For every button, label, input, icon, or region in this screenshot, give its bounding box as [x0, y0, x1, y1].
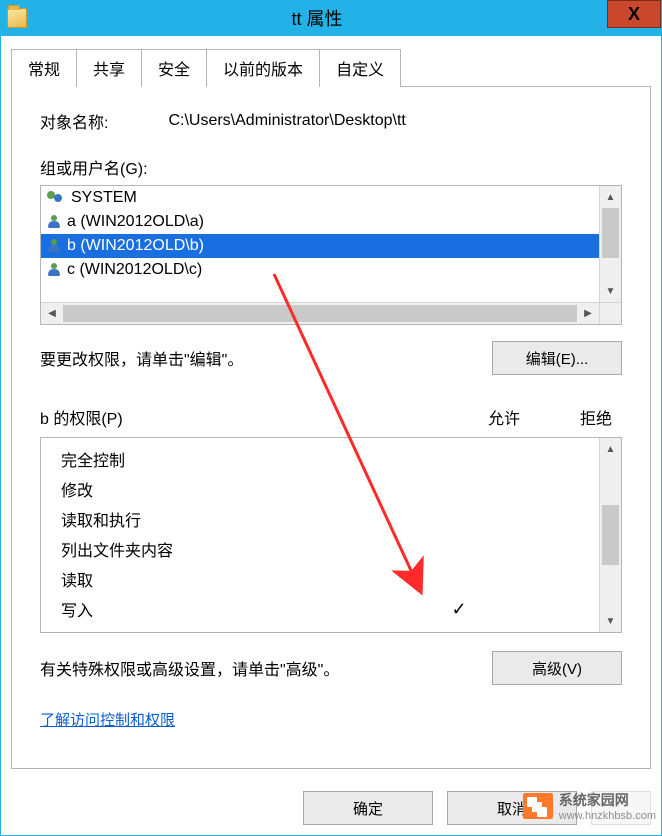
- permissions-title: b 的权限(P): [40, 405, 123, 429]
- perm-label: 列出文件夹内容: [61, 537, 419, 561]
- tab-security[interactable]: 安全: [141, 49, 207, 87]
- list-item-user-c[interactable]: c (WIN2012OLD\c): [41, 258, 599, 282]
- groups-vscrollbar[interactable]: ▲ ▼: [599, 186, 621, 302]
- list-item-user-b[interactable]: b (WIN2012OLD\b): [41, 234, 599, 258]
- user-icon: [47, 239, 61, 253]
- learn-link[interactable]: 了解访问控制和权限: [40, 709, 622, 730]
- perm-label: 读取: [61, 567, 419, 591]
- scroll-down-icon[interactable]: ▼: [600, 280, 621, 302]
- permissions-listbox: 完全控制 修改 读取和执行 列出文件夹内容: [40, 437, 622, 633]
- tabstrip: 常规 共享 安全 以前的版本 自定义: [11, 48, 651, 87]
- perm-row-write: 写入 ✓: [41, 594, 599, 624]
- allow-header: 允许: [488, 405, 520, 429]
- tab-previous-versions[interactable]: 以前的版本: [206, 49, 320, 87]
- scroll-thumb[interactable]: [602, 208, 619, 258]
- scroll-track[interactable]: [600, 258, 621, 280]
- scroll-left-icon[interactable]: ◀: [41, 303, 63, 324]
- object-name-row: 对象名称: C:\Users\Administrator\Desktop\tt: [40, 109, 622, 133]
- permissions-vscrollbar[interactable]: ▲ ▼: [599, 438, 621, 632]
- user-icon: [47, 263, 61, 277]
- perm-allow-check-icon: ✓: [419, 599, 499, 620]
- group-icon: [47, 191, 65, 205]
- perm-label: 修改: [61, 477, 419, 501]
- tab-sharing[interactable]: 共享: [76, 49, 142, 87]
- perm-row-read: 读取: [41, 564, 599, 594]
- object-path: C:\Users\Administrator\Desktop\tt: [168, 112, 405, 130]
- list-item-label: c (WIN2012OLD\c): [67, 261, 202, 279]
- perm-row-list-folder: 列出文件夹内容: [41, 534, 599, 564]
- scroll-track[interactable]: [600, 460, 621, 505]
- advanced-button[interactable]: 高级(V): [492, 651, 622, 685]
- object-name-label: 对象名称:: [40, 109, 108, 133]
- watermark: 系统家园网 www.hnzkhbsb.com: [523, 790, 656, 822]
- list-item-label: SYSTEM: [71, 189, 137, 207]
- perm-row-full-control: 完全控制: [41, 444, 599, 474]
- tab-general[interactable]: 常规: [11, 49, 77, 87]
- list-item-label: b (WIN2012OLD\b): [67, 237, 204, 255]
- groups-hscrollbar[interactable]: ◀ ▶: [41, 302, 621, 324]
- scroll-track[interactable]: [63, 305, 577, 322]
- advanced-hint: 有关特殊权限或高级设置，请单击"高级"。: [40, 656, 339, 680]
- watermark-url: www.hnzkhbsb.com: [559, 810, 656, 822]
- scroll-corner: [599, 303, 621, 324]
- close-button[interactable]: X: [607, 0, 661, 28]
- scroll-up-icon[interactable]: ▲: [600, 186, 621, 208]
- edit-hint: 要更改权限，请单击"编辑"。: [40, 346, 243, 370]
- deny-header: 拒绝: [580, 405, 612, 429]
- perm-row-modify: 修改: [41, 474, 599, 504]
- scroll-up-icon[interactable]: ▲: [600, 438, 621, 460]
- watermark-text: 系统家园网: [559, 790, 656, 810]
- perm-label: 写入: [61, 597, 419, 621]
- security-panel: 对象名称: C:\Users\Administrator\Desktop\tt …: [11, 87, 651, 769]
- groups-label: 组或用户名(G):: [40, 155, 622, 179]
- scroll-down-icon[interactable]: ▼: [600, 610, 621, 632]
- groups-listbox[interactable]: SYSTEM a (WIN2012OLD\a) b (WIN2012OLD\b)…: [40, 185, 622, 325]
- scroll-thumb[interactable]: [602, 505, 619, 565]
- window-body: 常规 共享 安全 以前的版本 自定义 对象名称: C:\Users\Admini…: [0, 36, 662, 836]
- edit-button[interactable]: 编辑(E)...: [492, 341, 622, 375]
- window-title: tt 属性: [27, 5, 607, 31]
- perm-row-read-execute: 读取和执行: [41, 504, 599, 534]
- list-item-label: a (WIN2012OLD\a): [67, 213, 204, 231]
- list-item-system[interactable]: SYSTEM: [41, 186, 599, 210]
- perm-label: 完全控制: [61, 447, 419, 471]
- tab-customize[interactable]: 自定义: [319, 49, 401, 87]
- folder-icon: [7, 8, 27, 28]
- list-item-user-a[interactable]: a (WIN2012OLD\a): [41, 210, 599, 234]
- user-icon: [47, 215, 61, 229]
- perm-label: 读取和执行: [61, 507, 419, 531]
- scroll-track[interactable]: [600, 565, 621, 610]
- titlebar: tt 属性 X: [0, 0, 662, 36]
- watermark-logo-icon: [523, 793, 553, 819]
- scroll-right-icon[interactable]: ▶: [577, 303, 599, 324]
- ok-button[interactable]: 确定: [303, 791, 433, 825]
